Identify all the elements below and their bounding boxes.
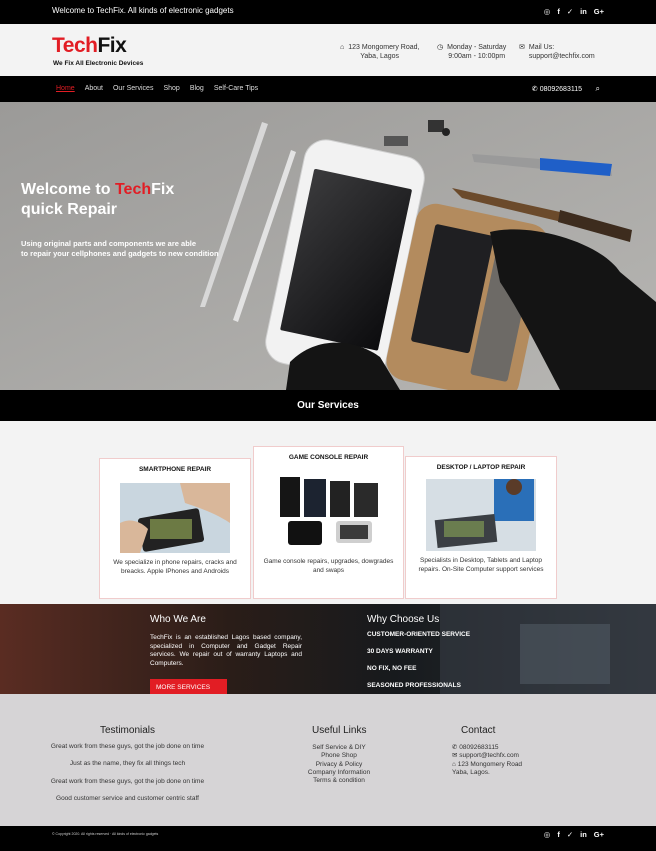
tagline: We Fix All Electronic Devices	[53, 60, 144, 67]
site-header: TechFix We Fix All Electronic Devices ⌂ …	[0, 24, 656, 76]
welcome-message: Welcome to TechFix. All kinds of electro…	[52, 6, 234, 15]
more-services-button[interactable]: MORE SERVICES	[150, 679, 227, 694]
desktop-laptop-repair-image	[426, 479, 536, 551]
social-links-bottom: ◎ f ✓ in G+	[544, 830, 604, 839]
google-plus-icon[interactable]: G+	[594, 7, 604, 16]
why-item: SEASONED PROFESSIONALS	[367, 682, 461, 689]
nav-shop[interactable]: Shop	[163, 85, 179, 92]
about-section: Who We Are TechFix is an established Lag…	[0, 604, 656, 694]
google-plus-icon[interactable]: G+	[594, 830, 604, 839]
linkedin-icon[interactable]: in	[580, 830, 587, 839]
service-card-desktop-laptop[interactable]: DESKTOP / LAPTOP REPAIR Specialists in D…	[405, 456, 557, 599]
useful-links-list: Self Service & DIY Phone Shop Privacy & …	[300, 744, 378, 785]
address-info: ⌂ 123 Mongomery Road, Yaba, Lagos	[340, 44, 420, 60]
twitter-icon[interactable]: ✓	[567, 7, 573, 16]
why-choose-us-title: Why Choose Us	[367, 614, 440, 625]
service-card-desc: Specialists in Desktop, Tablets and Lapt…	[418, 557, 544, 573]
contact-email[interactable]: ✉ support@techfx.com	[452, 752, 522, 760]
testimonials-title: Testimonials	[100, 725, 156, 736]
service-card-smartphone[interactable]: SMARTPHONE REPAIR We specialize in phone…	[99, 458, 251, 599]
home-icon: ⌂	[340, 44, 345, 51]
envelope-icon: ✉	[519, 44, 525, 51]
why-item: CUSTOMER-ORIENTED SERVICE	[367, 631, 471, 638]
phone-icon: ✆	[531, 86, 540, 93]
footer-link-company-info[interactable]: Company Information	[300, 769, 378, 777]
useful-links-title: Useful Links	[312, 725, 367, 736]
hero-subtitle: Using original parts and components we a…	[21, 239, 219, 258]
service-card-desc: We specialize in phone repairs, cracks a…	[113, 559, 237, 575]
nav-about[interactable]: About	[85, 85, 103, 92]
contact-address: ⌂ 123 Mongomery Road	[452, 760, 523, 768]
contact-address-line2: Yaba, Lagos.	[452, 768, 490, 776]
mail-info: ✉ Mail Us: support@techfix.com	[519, 44, 595, 60]
main-nav: Home About Our Services Shop Blog Self-C…	[0, 76, 656, 102]
service-card-title: DESKTOP / LAPTOP REPAIR	[436, 464, 526, 471]
who-we-are-text: TechFix is an established Lagos based co…	[150, 634, 302, 667]
service-card-game-console[interactable]: GAME CONSOLE REPAIR Game console repairs…	[253, 446, 404, 599]
who-we-are-title: Who We Are	[150, 614, 206, 625]
service-card-desc: Game console repairs, upgrades, dowgrade…	[263, 558, 394, 574]
why-choose-us: Why Choose Us CUSTOMER-ORIENTED SERVICE …	[367, 614, 527, 694]
contact-list: ✆ 08092683115 ✉ support@techfx.com ⌂ 123…	[452, 744, 522, 777]
testimonial: Great work from these guys, got the job …	[50, 743, 205, 750]
footer-link-self-service[interactable]: Self Service & DIY	[300, 744, 378, 752]
site-footer: Testimonials Great work from these guys,…	[0, 694, 656, 826]
hero-title: Welcome to TechFix quick Repair	[21, 181, 175, 218]
instagram-icon[interactable]: ◎	[544, 7, 551, 16]
nav-home[interactable]: Home	[56, 85, 75, 92]
instagram-icon[interactable]: ◎	[544, 830, 551, 839]
hero-banner: Welcome to TechFix quick Repair Using ori…	[0, 102, 656, 390]
linkedin-icon[interactable]: in	[580, 7, 587, 16]
testimonial: Good customer service and customer centr…	[56, 794, 199, 802]
top-bar: Welcome to TechFix. All kinds of electro…	[0, 0, 656, 24]
service-card-title: GAME CONSOLE REPAIR	[288, 454, 369, 461]
game-console-image	[273, 467, 384, 552]
testimonial: Just as the name, they fix all things te…	[69, 760, 186, 768]
footer-link-privacy[interactable]: Privacy & Policy	[300, 761, 378, 769]
why-item: NO FIX, NO FEE	[367, 665, 417, 672]
social-links-top: ◎ f ✓ in G+	[544, 7, 604, 16]
services-heading: Our Services	[297, 400, 359, 411]
search-icon[interactable]: ⌕	[596, 84, 600, 94]
hours-info: ◷ Monday - Saturday 9:00am - 10:00pm	[437, 44, 507, 60]
contact-title: Contact	[461, 725, 496, 736]
services-section: SMARTPHONE REPAIR We specialize in phone…	[0, 421, 656, 604]
twitter-icon[interactable]: ✓	[567, 830, 573, 839]
about-background-image	[0, 604, 656, 694]
why-item: 30 DAYS WARRANTY	[367, 648, 433, 655]
clock-icon: ◷	[437, 44, 444, 51]
nav-blog[interactable]: Blog	[190, 85, 204, 92]
service-card-title: SMARTPHONE REPAIR	[138, 466, 212, 473]
testimonial: Great work from these guys, got the job …	[50, 777, 205, 785]
services-heading-bar: Our Services	[0, 390, 656, 421]
facebook-icon[interactable]: f	[557, 7, 560, 16]
testimonials-list: Great work from these guys, got the job …	[45, 743, 210, 812]
bottom-bar: © Copyright 2020. All rights reserved · …	[0, 826, 656, 851]
contact-phone[interactable]: ✆ 08092683115	[452, 744, 522, 752]
nav-self-care-tips[interactable]: Self-Care Tips	[214, 85, 258, 92]
facebook-icon[interactable]: f	[557, 830, 560, 839]
logo[interactable]: TechFix	[52, 35, 127, 56]
footer-link-phone-shop[interactable]: Phone Shop	[300, 752, 378, 760]
nav-our-services[interactable]: Our Services	[113, 85, 153, 92]
nav-phone[interactable]: ✆ 08092683115	[532, 85, 582, 93]
who-we-are: Who We Are TechFix is an established Lag…	[150, 614, 302, 668]
smartphone-repair-image	[120, 483, 230, 553]
footer-link-terms[interactable]: Terms & condition	[300, 777, 378, 785]
copyright: © Copyright 2020. All rights reserved · …	[52, 832, 159, 836]
